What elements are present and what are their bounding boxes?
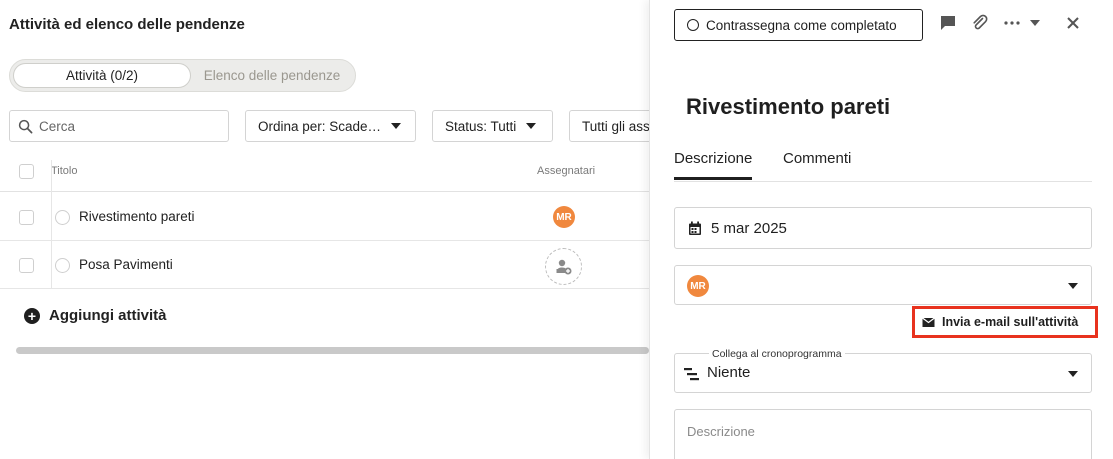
gantt-icon (684, 368, 699, 381)
send-task-email-button[interactable]: Invia e-mail sull'attività (912, 306, 1098, 338)
row-checkbox[interactable] (19, 210, 34, 225)
envelope-icon (922, 317, 935, 327)
plus-icon: + (24, 307, 40, 324)
task-title[interactable]: Rivestimento pareti (686, 94, 890, 120)
table-header: Titolo Assegnatari (0, 160, 649, 192)
table-row[interactable]: Posa Pavimenti (0, 241, 649, 289)
close-icon[interactable] (1066, 16, 1080, 30)
column-assignees: Assegnatari (537, 165, 596, 177)
assignee-dropdown-label: Tutti gli assegnatari (582, 118, 649, 134)
status-dropdown[interactable]: Status: Tutti (432, 110, 553, 142)
horizontal-scrollbar[interactable] (16, 347, 649, 354)
table-row[interactable]: Rivestimento pareti MR (0, 193, 649, 241)
assignee-dropdown[interactable]: Tutti gli assegnatari (569, 110, 649, 142)
tab-description[interactable]: Descrizione (674, 150, 753, 180)
search-input[interactable] (39, 118, 219, 134)
assignee-select[interactable]: MR (674, 265, 1092, 305)
comment-icon[interactable] (939, 14, 957, 32)
complete-toggle[interactable] (55, 210, 70, 225)
task-name[interactable]: Rivestimento pareti (79, 209, 195, 224)
status-dropdown-label: Status: Tutti (445, 118, 517, 134)
chevron-down-icon[interactable] (1029, 16, 1041, 30)
more-icon[interactable] (1003, 16, 1021, 30)
chevron-down-icon (391, 123, 402, 129)
circle-icon (687, 19, 699, 31)
page-title: Attività ed elenco delle pendenze (9, 16, 245, 33)
schedule-link-legend: Collega al cronoprogramma (709, 348, 845, 360)
view-segmented-control: Attività (0/2) Elenco delle pendenze (9, 59, 356, 92)
segment-backlog[interactable]: Elenco delle pendenze (191, 63, 353, 88)
task-name[interactable]: Posa Pavimenti (79, 257, 173, 272)
sort-dropdown-label: Ordina per: Scade… (258, 118, 382, 134)
segment-tasks[interactable]: Attività (0/2) (13, 63, 191, 88)
avatar: MR (687, 275, 709, 297)
tab-comments[interactable]: Commenti (783, 150, 851, 177)
add-task-label: Aggiungi attività (49, 307, 167, 324)
search-box[interactable] (9, 110, 229, 142)
task-detail-panel: Contrassegna come completato Rivestiment… (649, 0, 1113, 459)
detail-tabs: Descrizione Commenti (674, 140, 1092, 182)
description-box[interactable] (674, 409, 1092, 459)
schedule-link-select[interactable]: Collega al cronoprogramma Niente (674, 348, 1092, 393)
add-user-icon (556, 259, 571, 274)
search-icon (18, 119, 33, 133)
paperclip-icon[interactable] (971, 14, 989, 32)
add-task-button[interactable]: + Aggiungi attività (24, 307, 167, 324)
sort-dropdown[interactable]: Ordina per: Scade… (245, 110, 416, 142)
calendar-icon (689, 221, 701, 235)
row-checkbox[interactable] (19, 258, 34, 273)
add-assignee-button[interactable] (545, 248, 582, 285)
select-all-checkbox[interactable] (19, 164, 34, 179)
chevron-down-icon (1068, 283, 1078, 289)
task-list-pane: Attività ed elenco delle pendenze Attivi… (0, 0, 649, 459)
chevron-down-icon (1068, 371, 1078, 377)
column-title: Titolo (51, 165, 78, 177)
mark-complete-label: Contrassegna come completato (706, 17, 897, 33)
description-input[interactable] (687, 424, 1077, 459)
mark-complete-button[interactable]: Contrassegna come completato (674, 9, 923, 41)
avatar[interactable]: MR (553, 206, 575, 228)
due-date-field[interactable]: 5 mar 2025 (674, 207, 1092, 249)
complete-toggle[interactable] (55, 258, 70, 273)
due-date-value: 5 mar 2025 (711, 219, 787, 237)
send-task-email-label: Invia e-mail sull'attività (942, 315, 1079, 329)
chevron-down-icon (526, 123, 537, 129)
schedule-link-value: Niente (707, 364, 751, 381)
